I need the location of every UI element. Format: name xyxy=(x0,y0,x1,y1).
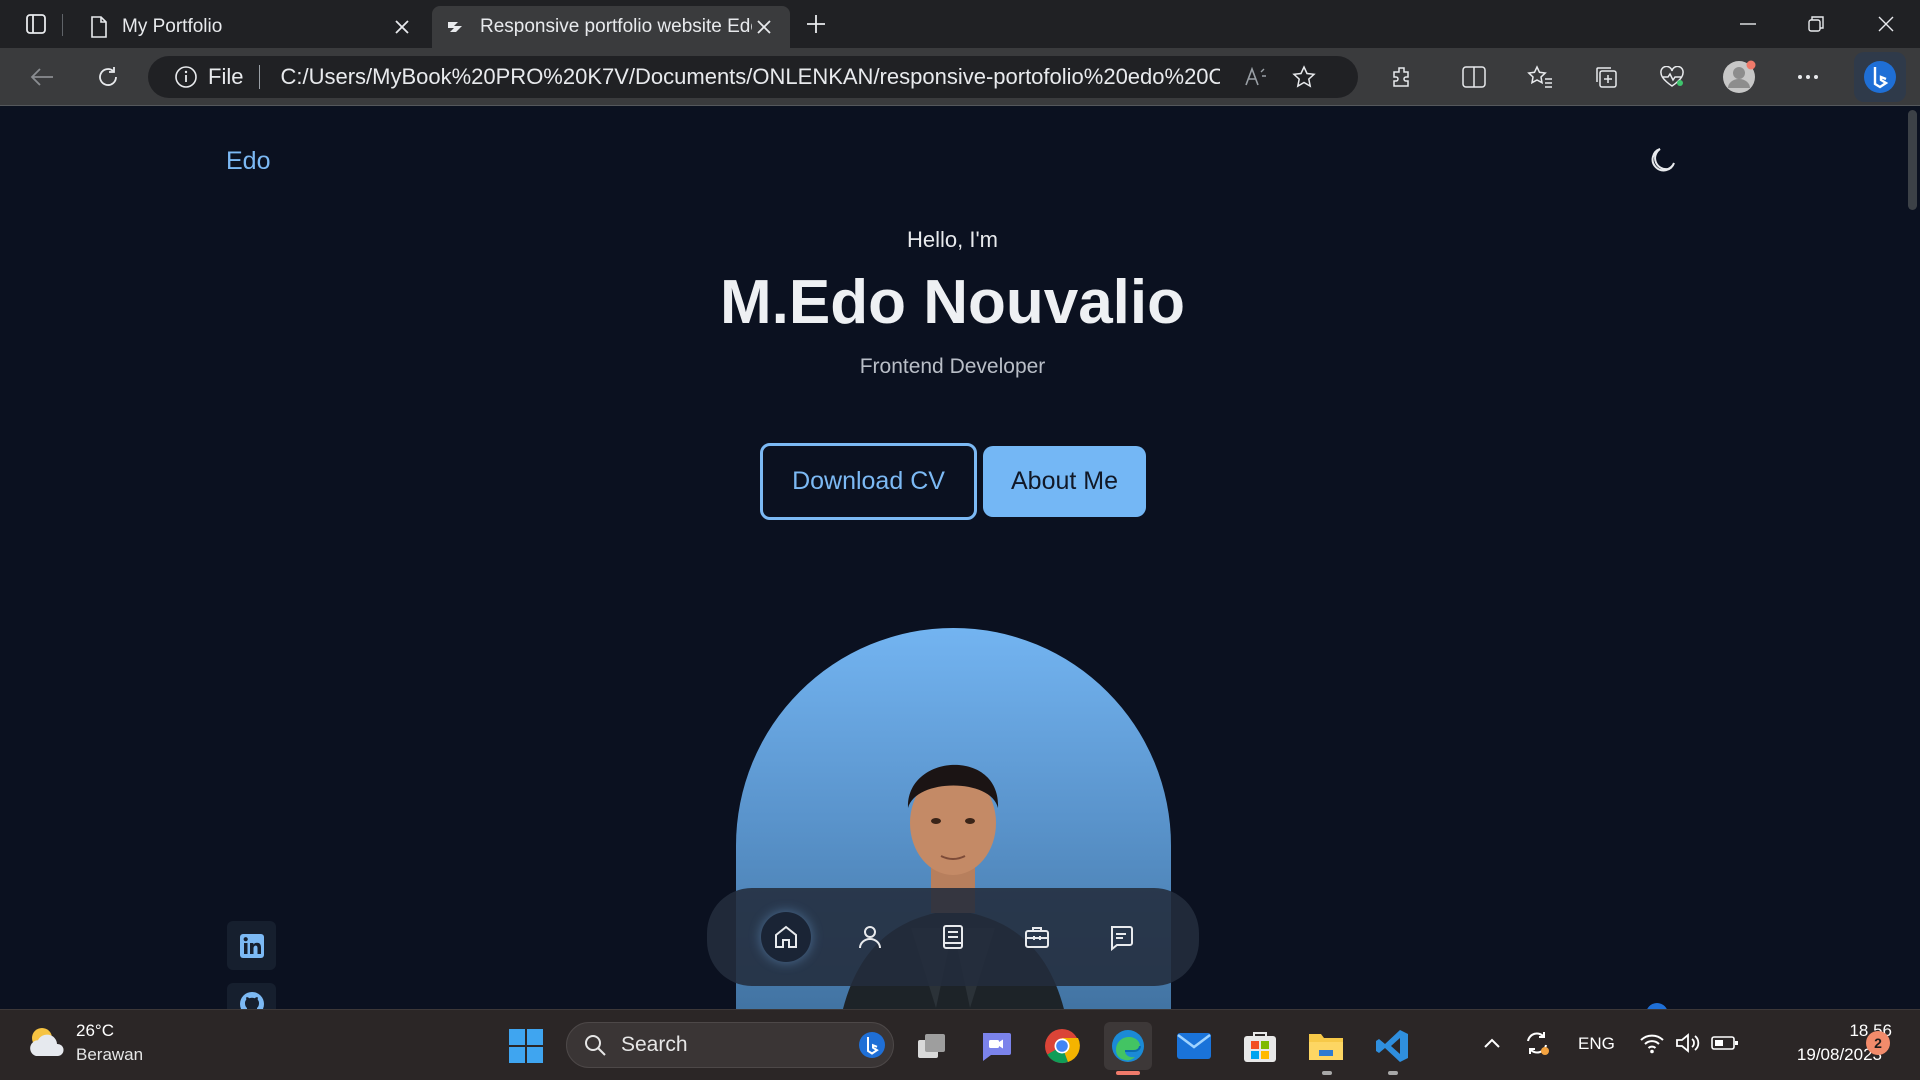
mail-icon[interactable] xyxy=(1170,1022,1218,1070)
split-screen-icon[interactable] xyxy=(1456,60,1492,94)
read-aloud-icon[interactable] xyxy=(1244,67,1268,87)
tab-title: My Portfolio xyxy=(122,16,223,37)
sync-icon[interactable] xyxy=(1522,1028,1552,1058)
scheme-label: File xyxy=(208,64,244,89)
address-separator xyxy=(259,65,261,89)
profile-avatar[interactable] xyxy=(1720,58,1758,96)
greeting-text: Hello, I'm xyxy=(907,227,998,252)
refresh-icon[interactable] xyxy=(90,60,126,94)
chevron-up-icon[interactable] xyxy=(1480,1030,1504,1056)
bing-chat-icon[interactable] xyxy=(1854,52,1906,102)
collections-icon[interactable] xyxy=(1588,60,1624,94)
weather-icon[interactable] xyxy=(24,1020,68,1064)
page-viewport: Edo Hello, I'm M.Edo Nouvalio Frontend D… xyxy=(0,107,1905,1009)
message-icon[interactable] xyxy=(1096,912,1146,962)
page-scrollbar[interactable] xyxy=(1905,107,1920,1009)
running-indicator xyxy=(1388,1071,1398,1075)
file-explorer-icon[interactable] xyxy=(1302,1022,1350,1070)
download-cv-button[interactable]: Download CV xyxy=(760,443,977,520)
start-icon[interactable] xyxy=(502,1022,550,1070)
active-app-indicator xyxy=(1116,1071,1140,1075)
extensions-icon[interactable] xyxy=(1384,60,1420,94)
weather-description: Berawan xyxy=(76,1045,144,1064)
github-icon[interactable] xyxy=(227,983,276,1009)
favorites-icon[interactable] xyxy=(1522,60,1558,94)
back-icon[interactable] xyxy=(24,60,60,94)
bottom-nav xyxy=(707,888,1199,986)
tab-my-portfolio[interactable]: My Portfolio xyxy=(76,6,428,48)
store-icon[interactable] xyxy=(1236,1022,1284,1070)
hero-name: M.Edo Nouvalio xyxy=(720,268,1185,337)
edge-icon[interactable] xyxy=(1104,1022,1152,1070)
favorite-star-icon[interactable] xyxy=(1292,65,1317,89)
notification-badge[interactable]: 2 xyxy=(1866,1031,1890,1055)
hero-role: Frontend Developer xyxy=(859,355,1046,378)
bing-icon xyxy=(857,1030,887,1060)
minimize-icon[interactable] xyxy=(1730,8,1766,40)
search-placeholder: Search xyxy=(621,1033,688,1056)
about-me-button[interactable]: About Me xyxy=(983,446,1146,517)
moon-icon[interactable] xyxy=(1648,145,1680,177)
wifi-icon[interactable] xyxy=(1638,1030,1666,1056)
page-icon xyxy=(90,16,108,38)
input-language[interactable]: ENG xyxy=(1578,1034,1615,1054)
book-icon[interactable] xyxy=(928,912,978,962)
running-indicator xyxy=(1322,1071,1332,1075)
info-icon[interactable] xyxy=(174,65,198,89)
close-tab-icon[interactable] xyxy=(752,15,776,39)
tab-actions-icon[interactable] xyxy=(20,8,52,40)
close-tab-icon[interactable] xyxy=(390,15,414,39)
battery-icon[interactable] xyxy=(1710,1030,1740,1056)
volume-icon[interactable] xyxy=(1674,1030,1702,1056)
url-text[interactable]: C:/Users/MyBook%20PRO%20K7V/Documents/ON… xyxy=(280,64,1220,90)
browser-essentials-icon[interactable] xyxy=(1654,60,1690,94)
restore-icon[interactable] xyxy=(1798,8,1834,40)
search-icon xyxy=(583,1033,607,1057)
address-bar[interactable]: File C:/Users/MyBook%20PRO%20K7V/Documen… xyxy=(148,56,1358,98)
taskbar-search[interactable]: Search xyxy=(566,1022,894,1068)
clock-date[interactable]: 19/08/2023 xyxy=(1762,1045,1882,1065)
weather-temperature: 26°C xyxy=(76,1021,114,1040)
task-view-icon[interactable] xyxy=(908,1022,956,1070)
site-favicon-icon xyxy=(446,19,466,35)
vscode-icon[interactable] xyxy=(1368,1022,1416,1070)
more-options-icon[interactable] xyxy=(1790,60,1826,94)
tab-responsive-portfolio[interactable]: Responsive portfolio website Edo xyxy=(432,6,790,48)
scrollbar-thumb[interactable] xyxy=(1908,110,1917,210)
tab-divider xyxy=(62,14,63,36)
home-icon[interactable] xyxy=(761,912,811,962)
linkedin-icon[interactable] xyxy=(227,921,276,970)
taskbar xyxy=(0,1009,1920,1080)
new-tab-icon[interactable] xyxy=(800,8,832,40)
close-window-icon[interactable] xyxy=(1868,8,1904,40)
teams-chat-icon[interactable] xyxy=(972,1022,1020,1070)
tab-title: Responsive portfolio website Edo xyxy=(480,16,752,37)
user-icon[interactable] xyxy=(845,912,895,962)
chrome-icon[interactable] xyxy=(1038,1022,1086,1070)
briefcase-icon[interactable] xyxy=(1012,912,1062,962)
site-logo[interactable]: Edo xyxy=(226,147,270,176)
